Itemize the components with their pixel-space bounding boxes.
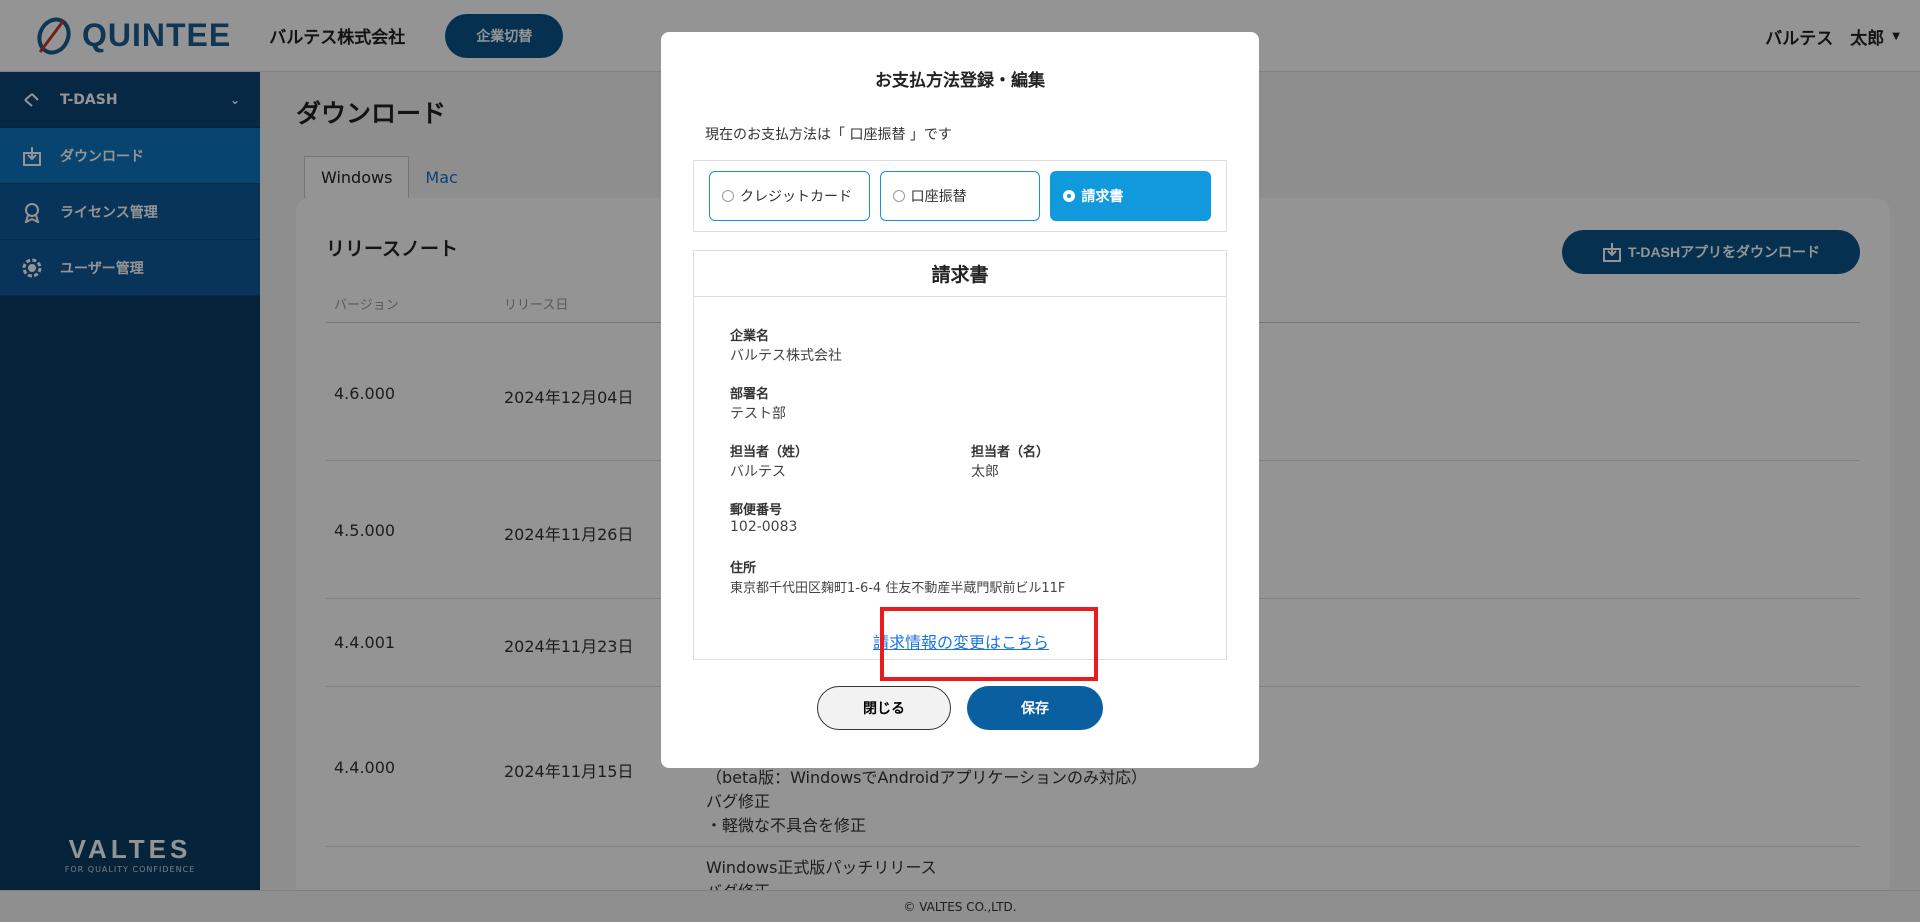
modal-title: お支払方法登録・編集 [875, 71, 1045, 91]
save-button[interactable]: 保存 [967, 686, 1103, 730]
contact-last-name-value: バルテス [730, 464, 786, 480]
close-button[interactable]: 閉じる [817, 686, 951, 730]
company-value: バルテス株式会社 [730, 348, 842, 364]
payment-option-bank-transfer[interactable]: 口座振替 [879, 171, 1041, 221]
postal-code-label: 郵便番号 [730, 503, 783, 518]
address-value: 東京都千代田区麹町1-6-4 住友不動産半蔵門駅前ビル11F [730, 581, 1066, 596]
payment-option-invoice[interactable]: 請求書 [1050, 171, 1212, 221]
department-label: 部署名 [730, 387, 770, 402]
company-label: 企業名 [730, 329, 770, 344]
radio-selected-icon [1063, 190, 1076, 202]
contact-first-name-value: 太郎 [971, 464, 999, 480]
radio-icon [722, 190, 734, 202]
postal-code-value: 102-0083 [730, 519, 798, 535]
invoice-info-panel: 請求書 企業名 バルテス株式会社 部署名 テスト部 担当者（姓） バルテス 担当… [693, 250, 1227, 681]
current-payment-text: 現在のお支払方法は「 口座振替 」です [705, 127, 952, 143]
invoice-panel-title: 請求書 [694, 251, 1226, 297]
payment-method-selector: クレジットカード 口座振替 請求書 [693, 160, 1227, 232]
option-label: 口座振替 [910, 189, 967, 205]
address-label: 住所 [730, 561, 757, 576]
contact-last-name-label: 担当者（姓） [730, 445, 809, 460]
department-value: テスト部 [730, 406, 786, 422]
payment-option-credit-card[interactable]: クレジットカード [709, 171, 870, 221]
highlight-box [880, 607, 1098, 681]
option-label: クレジットカード [740, 189, 852, 205]
contact-first-name-label: 担当者（名） [971, 445, 1050, 460]
payment-method-modal: お支払方法登録・編集 現在のお支払方法は「 口座振替 」です クレジットカード … [661, 32, 1259, 768]
option-label: 請求書 [1081, 189, 1124, 205]
radio-icon [892, 190, 905, 202]
